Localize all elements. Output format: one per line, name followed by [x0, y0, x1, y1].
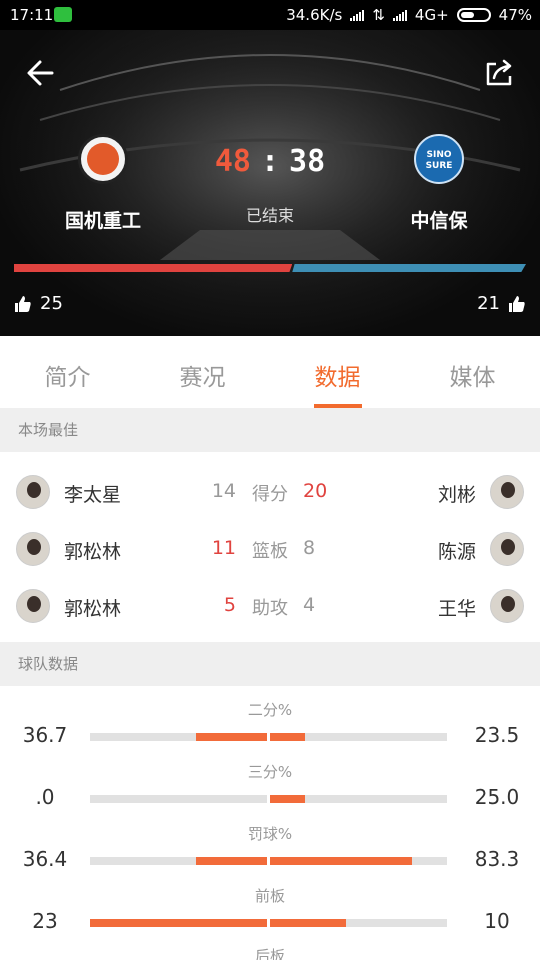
away-stat-bar — [270, 795, 447, 803]
away-stat-bar-fill — [270, 857, 412, 865]
away-stat-bar-fill — [270, 733, 306, 741]
home-stat-bar — [90, 733, 267, 741]
home-like-button[interactable]: 25 — [14, 293, 63, 314]
home-stat-value: 23 — [32, 909, 58, 933]
support-ratio-bar — [14, 264, 526, 272]
tab-media[interactable]: 媒体 — [405, 336, 540, 408]
home-team-name: 国机重工 — [64, 210, 141, 232]
stat-row: 二分% 36.7 23.5 — [0, 699, 540, 761]
tab-live[interactable]: 赛况 — [135, 336, 270, 408]
home-support-bar — [14, 264, 293, 272]
home-like-count: 25 — [40, 293, 63, 314]
status-time: 17:11 — [10, 6, 54, 24]
tab-data[interactable]: 数据 — [270, 336, 405, 408]
team-stats-title: 球队数据 — [0, 642, 540, 686]
home-stat-bar — [90, 795, 267, 803]
right-player-value: 8 — [303, 537, 316, 559]
wifi-signal-icon — [350, 9, 365, 21]
home-stat-value: 36.4 — [22, 847, 68, 871]
net-speed: 34.6K/s — [286, 6, 343, 24]
status-right: 34.6K/s ⇅ 4G+ 47% — [286, 6, 532, 24]
share-icon[interactable] — [482, 56, 516, 90]
away-stat-value: 23.5 — [474, 723, 520, 747]
thumbs-up-icon — [509, 295, 525, 312]
right-player-value: 4 — [303, 594, 316, 616]
tab-intro[interactable]: 简介 — [0, 336, 135, 408]
home-stat-value: .0 — [35, 785, 55, 809]
home-stat-bar-fill — [196, 733, 267, 741]
away-stat-bar — [270, 857, 447, 865]
away-support-bar — [292, 264, 526, 272]
avatar[interactable] — [490, 475, 524, 509]
away-stat-bar — [270, 733, 447, 741]
home-stat-bar — [90, 857, 267, 865]
home-stat-bar — [90, 919, 267, 927]
back-arrow-icon[interactable] — [24, 56, 58, 90]
away-stat-bar-fill — [270, 795, 306, 803]
avatar[interactable] — [490, 589, 524, 623]
stat-label: 三分% — [247, 763, 293, 781]
stat-row: 罚球% 36.4 83.3 — [0, 823, 540, 885]
score-separator: : — [260, 144, 280, 179]
away-stat-bar-fill — [270, 919, 347, 927]
stat-label: 前板 — [254, 887, 285, 905]
home-stat-value: 36.7 — [22, 723, 68, 747]
status-bar: 17:11 34.6K/s ⇅ 4G+ 47% — [0, 0, 540, 30]
right-player-name[interactable]: 陈源 — [438, 537, 476, 564]
data-transfer-icon: ⇅ — [372, 6, 385, 24]
avatar[interactable] — [490, 532, 524, 566]
thumbs-up-icon — [15, 295, 31, 312]
stat-row: 三分% .0 25.0 — [0, 761, 540, 823]
away-like-button[interactable]: 21 — [477, 293, 526, 314]
home-stat-bar-fill — [90, 919, 267, 927]
away-stat-bar — [270, 919, 447, 927]
best-players-title: 本场最佳 — [0, 408, 540, 452]
battery-icon — [456, 8, 491, 22]
game-header: SINO SURE 48:38 已结束 国机重工 中信保 25 21 — [0, 30, 540, 336]
stat-label: 后板 — [254, 947, 285, 960]
best-row-points: 李太星 14 得分 20 刘彬 — [0, 472, 540, 529]
cell-signal-icon — [392, 9, 407, 21]
game-stats-screen: 17:11 34.6K/s ⇅ 4G+ 47% SINO SURE 48: 3… — [0, 0, 540, 960]
right-player-name[interactable]: 刘彬 — [438, 480, 476, 507]
network-type: 4G+ — [414, 6, 449, 24]
wechat-notification-icon — [54, 7, 72, 22]
stat-label: 罚球% — [247, 825, 293, 843]
away-score: 38 — [289, 144, 326, 179]
best-row-assists: 郭松林 5 助攻 4 王华 — [0, 586, 540, 643]
home-score: 48 — [214, 144, 251, 179]
right-player-value: 20 — [303, 480, 328, 502]
away-stat-value: 10 — [484, 909, 510, 933]
away-stat-value: 83.3 — [474, 847, 520, 871]
away-team-name: 中信保 — [410, 210, 468, 232]
away-like-count: 21 — [477, 293, 500, 314]
scoreboard: 48:38 — [0, 144, 540, 179]
right-player-name[interactable]: 王华 — [438, 594, 476, 621]
away-stat-value: 25.0 — [474, 785, 520, 809]
arena-background-image — [0, 30, 540, 336]
stat-row: 前板 23 10 — [0, 885, 540, 947]
stat-label: 二分% — [247, 701, 293, 719]
tab-bar: 简介 赛况 数据 媒体 — [0, 336, 540, 408]
best-row-rebounds: 郭松林 11 篮板 8 陈源 — [0, 529, 540, 586]
home-stat-bar-fill — [196, 857, 267, 865]
battery-level: 47% — [498, 6, 532, 24]
stat-row: 后板 — [0, 945, 540, 960]
